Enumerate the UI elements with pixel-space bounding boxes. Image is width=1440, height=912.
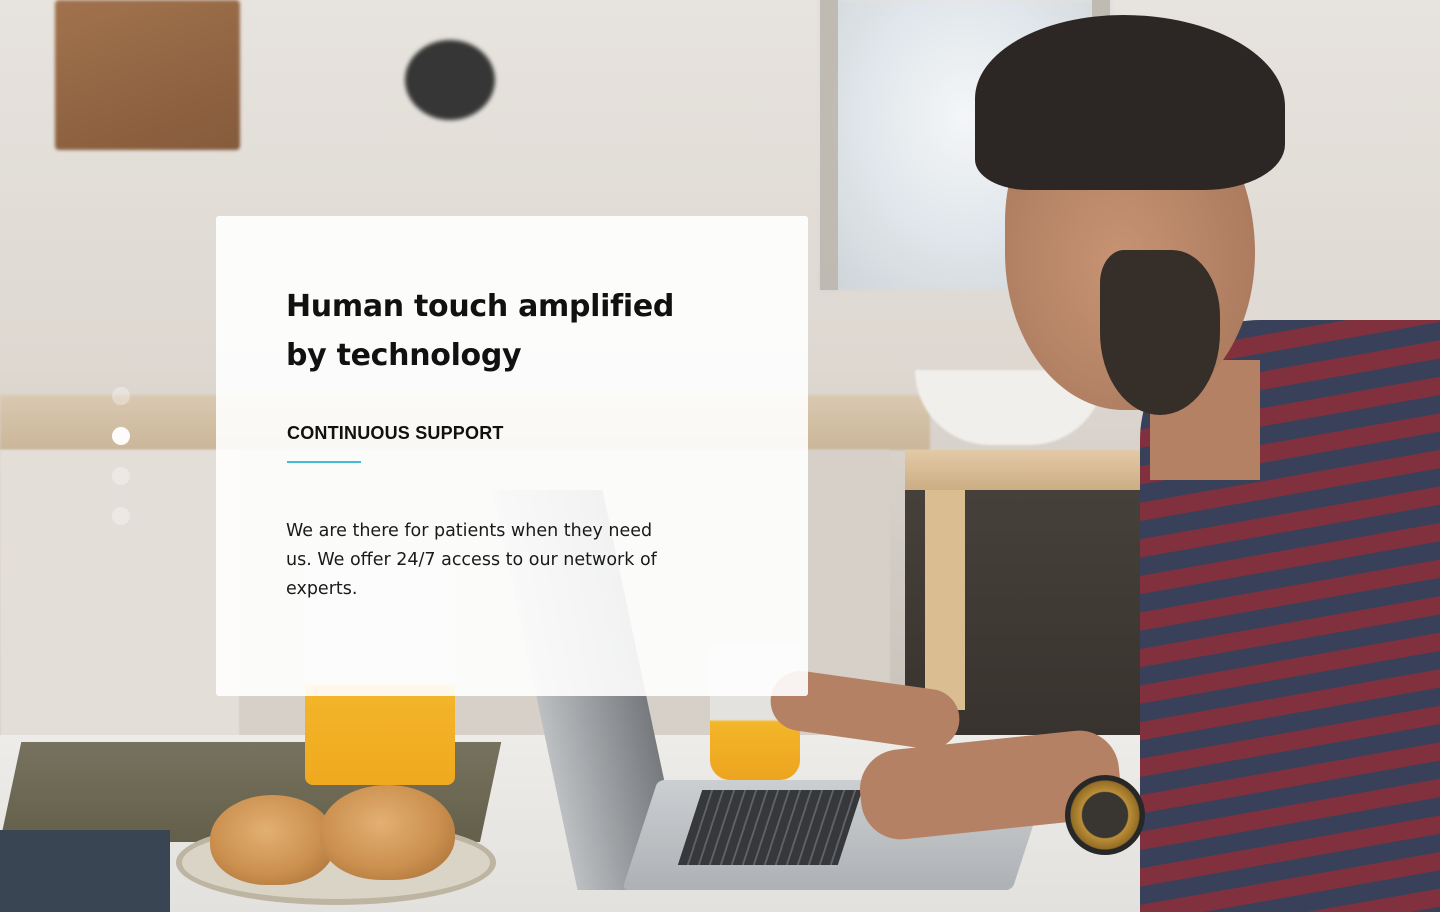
- slide-dot-2-active[interactable]: [112, 427, 130, 445]
- feature-card: Human touch amplified by technology CONT…: [216, 216, 808, 696]
- accent-divider: [287, 461, 361, 463]
- slide-dot-4[interactable]: [112, 507, 130, 525]
- card-eyebrow: CONTINUOUS SUPPORT: [287, 423, 504, 443]
- slide-dot-1[interactable]: [112, 387, 130, 405]
- slide-dot-3[interactable]: [112, 467, 130, 485]
- hero-section: Human touch amplified by technology CONT…: [0, 0, 1440, 912]
- card-title: Human touch amplified by technology: [286, 289, 675, 373]
- slide-indicator: [112, 387, 130, 525]
- card-body-text: We are there for patients when they need…: [286, 521, 657, 599]
